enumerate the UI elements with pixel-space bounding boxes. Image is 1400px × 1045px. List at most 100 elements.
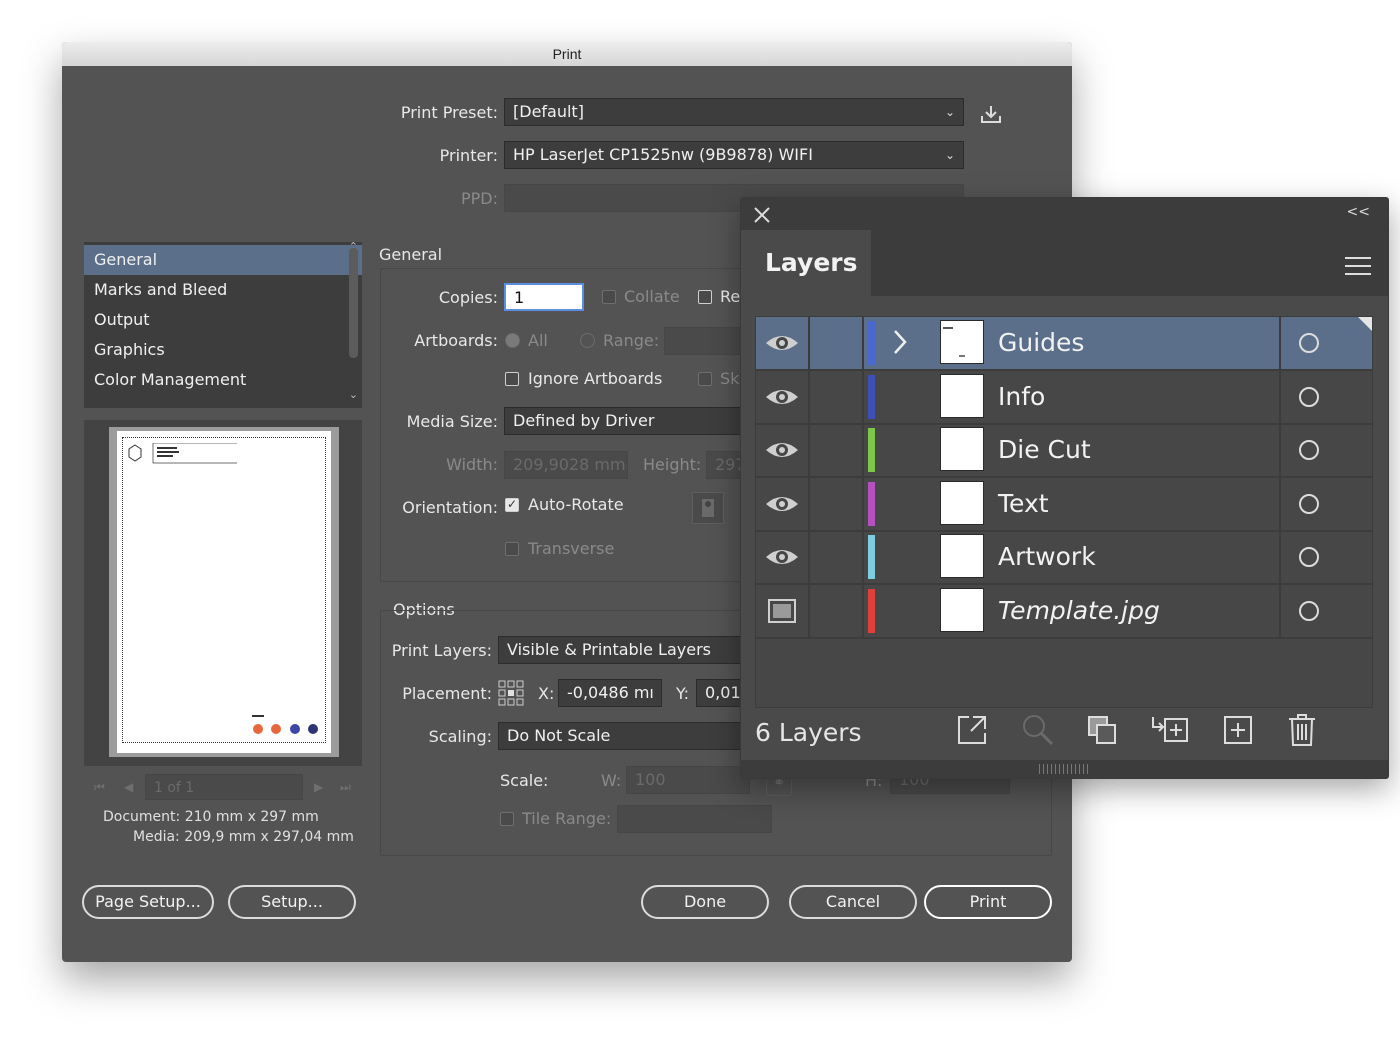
layer-row-text[interactable]: Text [756,477,1372,532]
new-layer-icon[interactable] [1221,713,1255,747]
visibility-toggle[interactable] [756,477,810,530]
scroll-up-icon[interactable]: ⌃ [349,242,358,253]
category-output[interactable]: Output [84,305,362,335]
cancel-button[interactable]: Cancel [789,885,917,919]
target-circle-icon[interactable] [1299,600,1319,621]
delete-icon[interactable] [1285,713,1319,747]
panel-menu-icon[interactable] [1344,256,1372,276]
printer-select[interactable]: HP LaserJet CP1525nw (9B9878) WIFI ⌄ [504,141,964,169]
artboards-all-radio[interactable] [505,333,520,348]
setup-button[interactable]: Setup... [228,885,356,919]
media-size-info: Media: 209,9 mm x 297,04 mm [133,829,354,845]
resize-grip-icon[interactable] [1039,764,1089,774]
page-number-field[interactable]: 1 of 1 [145,774,303,800]
category-color-management[interactable]: Color Management [84,365,362,395]
next-page-icon[interactable]: ▶ [314,780,323,794]
lock-toggle[interactable] [808,317,864,369]
skip-blank-checkbox[interactable] [698,372,712,386]
auto-rotate-label: Auto-Rotate [528,495,624,514]
visibility-toggle[interactable] [756,370,810,423]
target-circle-icon[interactable] [1299,547,1319,567]
print-preset-label: Print Preset: [400,103,498,122]
panel-resize-bar[interactable] [741,760,1388,778]
collapse-panel-button[interactable]: << [1347,204,1370,220]
layer-row-die-cut[interactable]: Die Cut [756,424,1372,478]
layer-name[interactable]: Artwork [998,531,1096,583]
layer-row-template-jpg[interactable]: Template.jpg [756,584,1372,639]
transverse-label: Transverse [528,539,615,558]
visibility-toggle[interactable] [756,424,810,476]
scroll-down-icon[interactable]: ⌄ [349,388,358,401]
lock-toggle[interactable] [808,477,864,530]
save-preset-icon[interactable] [980,104,1002,124]
artboards-range-radio[interactable] [580,333,595,348]
new-sublayer-icon[interactable] [1149,713,1191,747]
layer-row-info[interactable]: Info [756,370,1372,425]
lock-toggle[interactable] [808,584,864,637]
width-input[interactable]: 209,9028 mm [504,451,628,479]
lock-toggle[interactable] [808,531,864,583]
media-size-select[interactable]: Defined by Driver [504,407,764,435]
preview-area[interactable] [109,427,339,757]
artboards-range-input[interactable] [664,327,744,355]
skip-blank-label: Sk [720,369,740,388]
layer-name[interactable]: Guides [998,317,1084,369]
done-button[interactable]: Done [641,885,769,919]
print-button[interactable]: Print [924,885,1052,919]
layers-tab-label: Layers [765,248,858,277]
lock-toggle[interactable] [808,424,864,476]
category-graphics[interactable]: Graphics [84,335,362,365]
placement-reference-icon[interactable] [498,680,524,706]
layer-row-guides[interactable]: Guides [756,317,1372,371]
tile-range-input[interactable] [617,805,772,833]
expand-chevron-icon[interactable] [890,327,910,361]
clipping-mask-icon[interactable] [1085,713,1119,747]
tab-layers[interactable]: Layers [741,230,871,296]
tile-range-checkbox[interactable] [500,812,514,826]
layer-name[interactable]: Die Cut [998,424,1091,476]
print-layers-select[interactable]: Visible & Printable Layers [498,636,748,664]
chevron-down-icon: ⌄ [944,105,955,119]
layer-name[interactable]: Info [998,371,1045,423]
prev-page-icon[interactable]: ◀ [124,780,133,794]
print-preset-select[interactable]: [Default] ⌄ [504,98,964,126]
ignore-artboards-checkbox[interactable] [505,372,519,386]
scaling-label: Scaling: [428,727,492,746]
layer-name[interactable]: Text [998,478,1049,530]
transverse-checkbox[interactable] [505,542,519,556]
search-icon[interactable] [1021,713,1055,747]
collate-checkbox[interactable] [602,290,616,304]
page-setup-button[interactable]: Page Setup... [82,885,214,919]
target-circle-icon[interactable] [1299,386,1319,407]
layer-name[interactable]: Template.jpg [998,585,1160,637]
scale-w-input[interactable]: 100 [626,766,750,794]
media-size-label: Media Size: [406,412,498,431]
layer-row-artwork[interactable]: Artwork [756,531,1372,585]
export-icon[interactable] [955,713,989,747]
target-circle-icon[interactable] [1299,493,1319,514]
category-general[interactable]: General [84,245,362,275]
scaling-select[interactable]: Do Not Scale [498,722,748,750]
selection-corner-icon [1358,317,1372,331]
visibility-toggle[interactable] [756,531,810,583]
copies-input[interactable]: 1 [504,283,584,311]
visibility-toggle[interactable] [756,584,810,637]
category-scrollbar[interactable] [349,248,358,358]
portrait-icon [702,499,714,517]
reverse-order-checkbox[interactable] [698,290,712,304]
layers-panel: << Layers Guides Info Die Cut Text Artwork Te… [740,197,1389,779]
column-divider [1279,317,1281,369]
target-circle-icon[interactable] [1299,440,1319,460]
lock-toggle[interactable] [808,370,864,423]
dialog-title: Print [62,42,1072,66]
general-heading: General [379,245,443,264]
placement-x-input[interactable]: -0,0486 mı [558,679,662,707]
category-marks-and-bleed[interactable]: Marks and Bleed [84,275,362,305]
portrait-orientation-button[interactable] [692,492,724,524]
first-page-icon[interactable]: ⏮ [94,780,105,795]
auto-rotate-checkbox[interactable] [505,497,519,512]
last-page-icon[interactable]: ⏭ [340,780,351,795]
close-icon[interactable] [753,206,771,224]
visibility-toggle[interactable] [756,317,810,369]
target-circle-icon[interactable] [1299,333,1319,353]
